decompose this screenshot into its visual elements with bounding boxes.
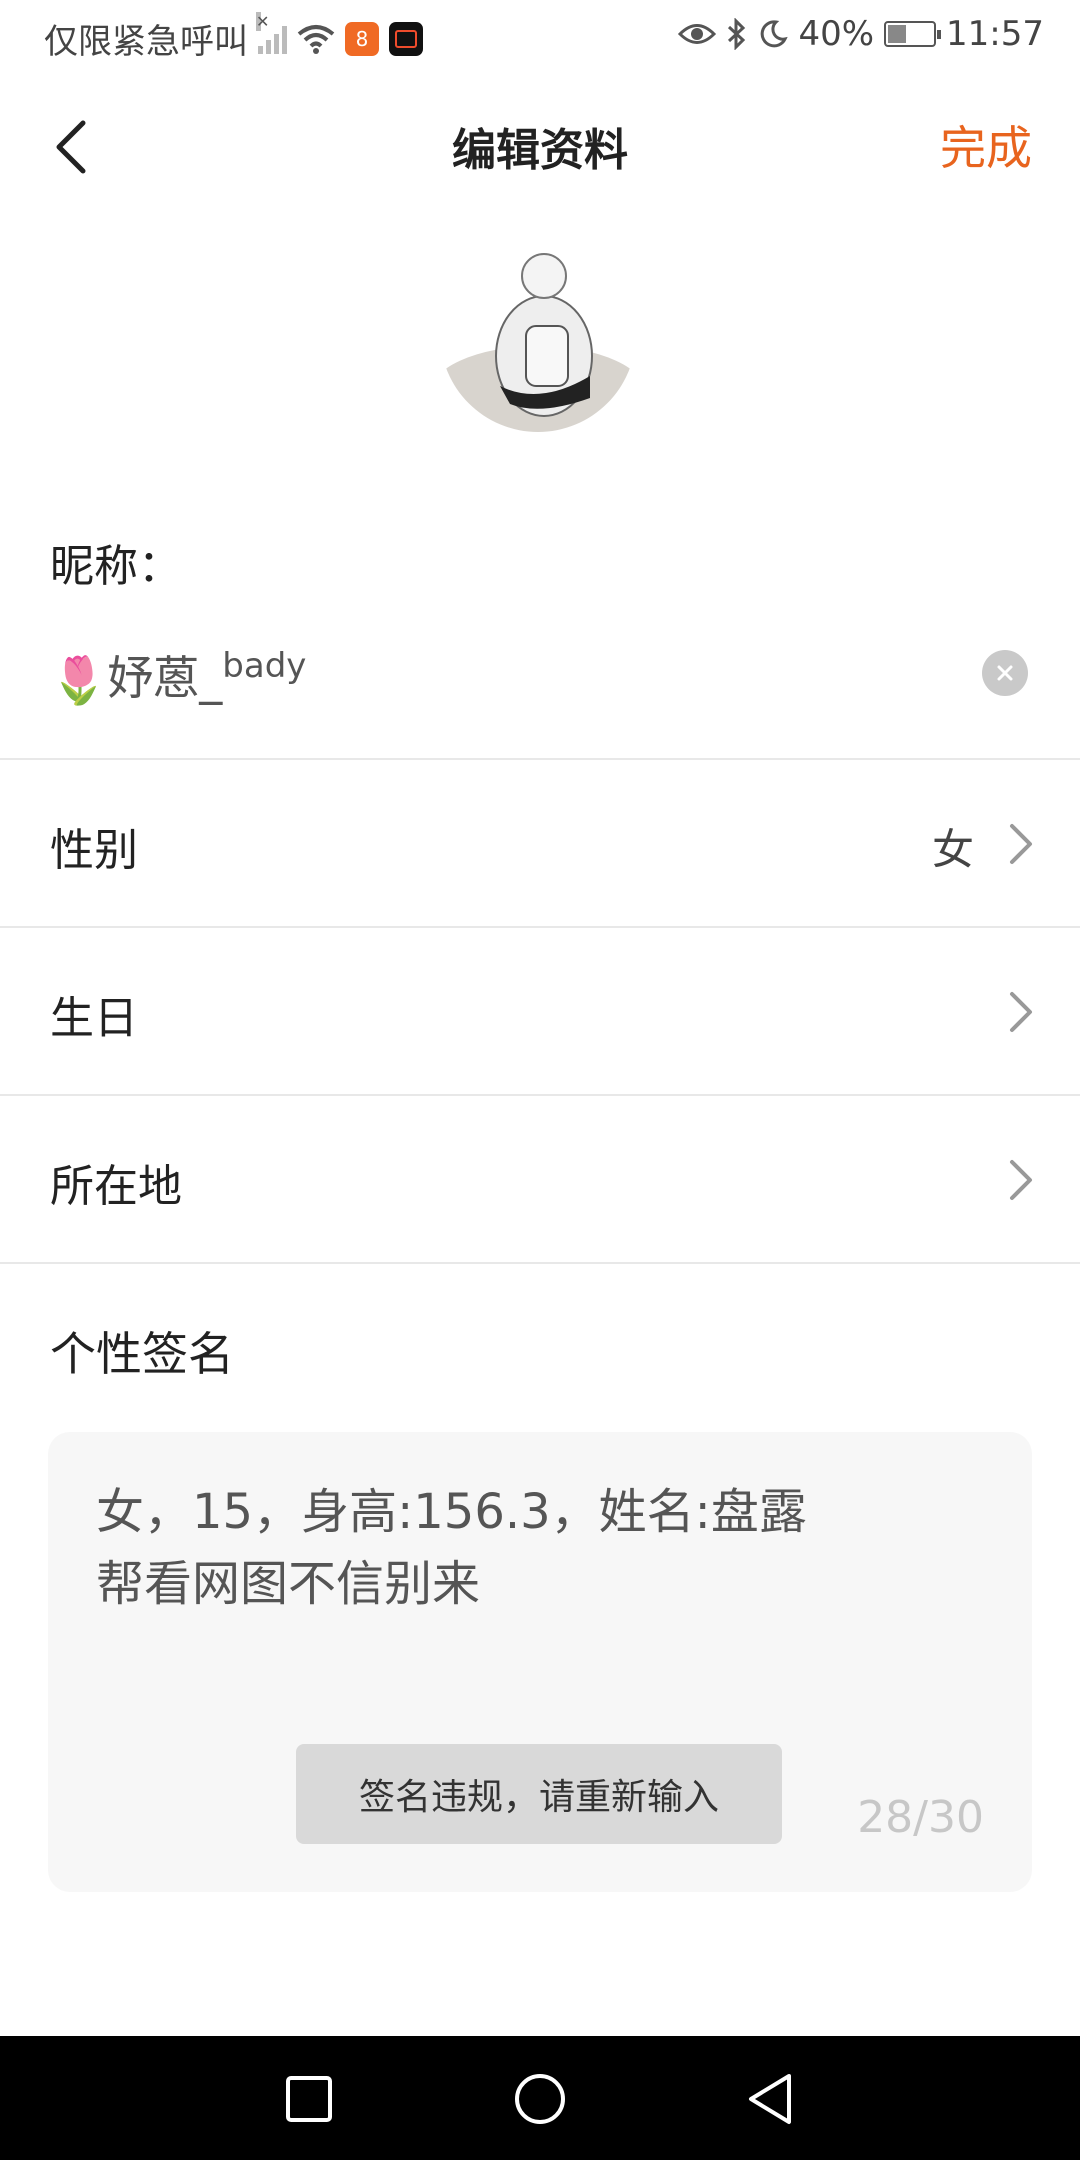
- navigation-bar: [0, 2036, 1080, 2160]
- nickname-value: 🌷 妤蒽_ bady: [50, 642, 306, 708]
- location-label: 所在地: [50, 1161, 182, 1212]
- moon-icon: [761, 20, 789, 48]
- battery-percent: 40%: [798, 14, 875, 54]
- wifi-icon: [297, 24, 335, 54]
- recent-apps-button[interactable]: [274, 2064, 344, 2134]
- gender-value: 女: [931, 825, 974, 874]
- birthday-label: 生日: [50, 993, 138, 1044]
- chevron-right-icon: [1010, 824, 1032, 864]
- circle-icon: [515, 2074, 565, 2124]
- signature-label: 个性签名: [50, 1327, 234, 1381]
- character-counter: 28/30: [857, 1792, 984, 1843]
- gender-label: 性别: [50, 825, 138, 876]
- close-icon: [997, 665, 1013, 681]
- avatar[interactable]: [440, 236, 636, 432]
- nickname-suffix-text: bady: [222, 646, 307, 686]
- home-button[interactable]: [505, 2064, 575, 2134]
- bluetooth-icon: [728, 18, 746, 50]
- chevron-right-icon: [1010, 1160, 1032, 1200]
- back-nav-button[interactable]: [735, 2064, 805, 2134]
- nickname-main-text: 妤蒽_: [107, 651, 223, 705]
- signature-line-2: 帮看网图不信别来: [96, 1556, 481, 1612]
- nickname-field[interactable]: 🌷 妤蒽_ bady: [50, 640, 1030, 710]
- clock: 11:57: [946, 14, 1044, 54]
- location-row[interactable]: 所在地: [0, 1096, 1080, 1262]
- battery-icon: [884, 21, 942, 47]
- eye-icon: [678, 24, 717, 44]
- app-icon-dark: [389, 21, 423, 56]
- carrier-text: 仅限紧急呼叫: [44, 22, 248, 62]
- done-button[interactable]: 完成: [940, 112, 1032, 178]
- signature-input[interactable]: 女，15，身高:156.3，姓名:盘露 帮看网图不信别来 签名违规，请重新输入 …: [48, 1432, 1032, 1892]
- birthday-row[interactable]: 生日: [0, 928, 1080, 1094]
- clear-nickname-button[interactable]: [982, 650, 1028, 696]
- tulip-emoji: 🌷: [50, 653, 108, 707]
- chevron-right-icon: [1010, 992, 1032, 1032]
- page-title: 编辑资料: [452, 125, 628, 176]
- square-icon: [286, 2076, 332, 2122]
- signature-text: 女，15，身高:156.3，姓名:盘露 帮看网图不信别来: [96, 1476, 956, 1620]
- app-icon-orange: 8: [345, 21, 379, 56]
- nickname-label: 昵称：: [50, 541, 182, 592]
- signal-icon: ✕: [256, 11, 287, 54]
- header: 编辑资料 完成: [0, 72, 1080, 220]
- divider: [0, 1262, 1080, 1264]
- signature-line-1: 女，15，身高:156.3，姓名:盘露: [96, 1484, 807, 1540]
- avatar-image: [440, 236, 636, 432]
- gender-row[interactable]: 性别 女: [0, 760, 1080, 926]
- status-bar: 仅限紧急呼叫 ✕ 8 40% 11:57: [0, 0, 1080, 72]
- violation-toast: 签名违规，请重新输入: [296, 1744, 782, 1844]
- triangle-back-icon: [749, 2074, 791, 2124]
